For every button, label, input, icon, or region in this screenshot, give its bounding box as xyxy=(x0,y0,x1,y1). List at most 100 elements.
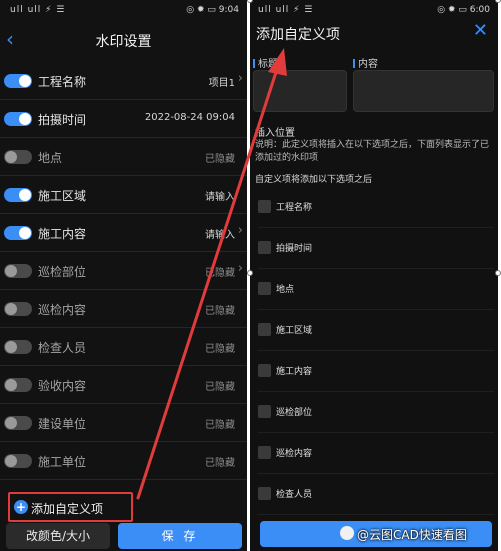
settings-row[interactable]: 拍摄时间 2022-08-24 09:04 xyxy=(0,100,247,138)
settings-row-value: 项目1 xyxy=(208,78,235,89)
checkbox[interactable] xyxy=(258,200,271,213)
toggle-switch[interactable] xyxy=(4,340,32,354)
save-button[interactable]: 保 存 xyxy=(118,523,242,549)
insert-option-label: 拍摄时间 xyxy=(276,244,313,254)
status-bar-right: ◎ ✹ ▭ 9:04 xyxy=(186,5,239,15)
insert-option-label: 巡检内容 xyxy=(276,449,313,459)
insert-option[interactable]: 工程名称 xyxy=(258,188,494,228)
toggle-switch[interactable] xyxy=(4,454,32,468)
resize-handle[interactable] xyxy=(247,270,253,276)
settings-row-value: 已隐藏 xyxy=(205,382,235,393)
settings-row[interactable]: 工程名称 项目1 › xyxy=(0,62,247,100)
insert-option-label: 地点 xyxy=(276,285,295,295)
settings-row[interactable]: 检查人员 已隐藏 xyxy=(0,328,247,366)
toggle-switch[interactable] xyxy=(4,112,32,126)
page-title: 水印设置 xyxy=(95,34,152,50)
status-bar: ull ull ⚡ ☰ ◎ ✹ ▭ 9:04 xyxy=(0,0,247,20)
settings-row-label: 巡检内容 xyxy=(38,303,87,317)
settings-row-value: 已隐藏 xyxy=(205,420,235,431)
status-bar-left: ull ull ⚡ ☰ xyxy=(10,5,66,15)
toggle-knob xyxy=(5,379,17,391)
settings-row[interactable]: 施工区域 请输入 xyxy=(0,176,247,214)
add-custom-item-label: 添加自定义项 xyxy=(31,502,104,516)
checkbox[interactable] xyxy=(258,364,271,377)
insert-option[interactable]: 拍摄时间 xyxy=(258,229,494,269)
insert-option[interactable]: 施工内容 xyxy=(258,352,494,392)
toggle-switch[interactable] xyxy=(4,264,32,278)
toggle-knob xyxy=(5,151,17,163)
chevron-right-icon: › xyxy=(237,71,243,86)
toggle-switch[interactable] xyxy=(4,150,32,164)
title-input[interactable] xyxy=(253,70,347,112)
insert-position-label: 插入位置 xyxy=(255,128,295,139)
insert-after-label: 自定义项将添加以下选项之后 xyxy=(255,175,373,185)
toggle-switch[interactable] xyxy=(4,188,32,202)
settings-row-value: 已隐藏 xyxy=(205,154,235,165)
chevron-right-icon: › xyxy=(237,261,243,276)
toggle-switch[interactable] xyxy=(4,74,32,88)
settings-row-value: 已隐藏 xyxy=(205,306,235,317)
settings-row-value: 已隐藏 xyxy=(205,344,235,355)
settings-row-value: 请输入 xyxy=(205,192,235,203)
resize-handle[interactable] xyxy=(495,270,501,276)
watermark: @云图CAD快速看图 xyxy=(340,519,500,547)
settings-row-label: 施工单位 xyxy=(38,455,87,469)
content-field-label: 内容 xyxy=(353,55,378,70)
settings-row-label: 建设单位 xyxy=(38,417,87,431)
watermark-text: @云图CAD快速看图 xyxy=(357,528,467,542)
settings-row[interactable]: 施工内容 请输入 › xyxy=(0,214,247,252)
checkbox[interactable] xyxy=(258,323,271,336)
insert-option[interactable]: 巡检内容 xyxy=(258,434,494,474)
watermark-settings-screen: ull ull ⚡ ☰ ◎ ✹ ▭ 9:04 ‹ 水印设置 工程名称 项目1 › 拍摄… xyxy=(0,0,247,551)
toggle-switch[interactable] xyxy=(4,302,32,316)
insert-option-label: 检查人员 xyxy=(276,490,313,500)
settings-row[interactable]: 地点 已隐藏 xyxy=(0,138,247,176)
status-bar: ull ull ⚡ ☰ ◎ ✹ ▭ 6:00 xyxy=(250,0,498,20)
toggle-knob xyxy=(5,417,17,429)
settings-row-value: 已隐藏 xyxy=(205,268,235,279)
settings-row[interactable]: 巡检部位 已隐藏 › xyxy=(0,252,247,290)
settings-row-value: 2022-08-24 09:04 xyxy=(144,112,235,123)
toggle-knob xyxy=(5,303,17,315)
add-custom-item-button[interactable]: + 添加自定义项 xyxy=(8,492,133,522)
settings-row-value: 请输入 xyxy=(205,230,235,241)
resize-handle[interactable] xyxy=(495,0,501,3)
insert-option[interactable]: 巡检部位 xyxy=(258,393,494,433)
settings-row-label: 巡检部位 xyxy=(38,265,87,279)
settings-row[interactable]: 巡检内容 已隐藏 xyxy=(0,290,247,328)
status-bar-left: ull ull ⚡ ☰ xyxy=(258,5,314,15)
insert-option[interactable]: 地点 xyxy=(258,270,494,310)
checkbox[interactable] xyxy=(258,241,271,254)
checkbox[interactable] xyxy=(258,446,271,459)
settings-row-label: 施工区域 xyxy=(38,189,87,203)
insert-option-label: 工程名称 xyxy=(276,203,313,213)
toggle-knob xyxy=(5,265,17,277)
settings-row[interactable]: 验收内容 已隐藏 xyxy=(0,366,247,404)
toggle-knob xyxy=(5,455,17,467)
checkbox[interactable] xyxy=(258,405,271,418)
toggle-knob xyxy=(5,341,17,353)
insert-option[interactable]: 检查人员 xyxy=(258,475,494,515)
toggle-switch[interactable] xyxy=(4,226,32,240)
change-color-size-button[interactable]: 改颜色/大小 xyxy=(6,523,110,549)
title-bar: ‹ 水印设置 xyxy=(0,24,247,56)
watermark-logo-icon xyxy=(340,526,354,540)
toggle-knob xyxy=(19,189,31,201)
content-input[interactable] xyxy=(353,70,494,112)
insert-option-label: 巡检部位 xyxy=(276,408,313,418)
insert-option[interactable]: 施工区域 xyxy=(258,311,494,351)
settings-row[interactable]: 施工单位 已隐藏 xyxy=(0,442,247,480)
toggle-knob xyxy=(19,75,31,87)
toggle-switch[interactable] xyxy=(4,416,32,430)
page-title: 添加自定义项 xyxy=(256,27,340,43)
settings-row-value: 已隐藏 xyxy=(205,458,235,469)
settings-row-label: 施工内容 xyxy=(38,227,87,241)
status-bar-right: ◎ ✹ ▭ 6:00 xyxy=(437,5,490,15)
settings-row-label: 工程名称 xyxy=(38,75,87,89)
close-icon[interactable]: ✕ xyxy=(473,20,488,41)
checkbox[interactable] xyxy=(258,487,271,500)
settings-row[interactable]: 建设单位 已隐藏 xyxy=(0,404,247,442)
toggle-switch[interactable] xyxy=(4,378,32,392)
checkbox[interactable] xyxy=(258,282,271,295)
toggle-knob xyxy=(19,113,31,125)
